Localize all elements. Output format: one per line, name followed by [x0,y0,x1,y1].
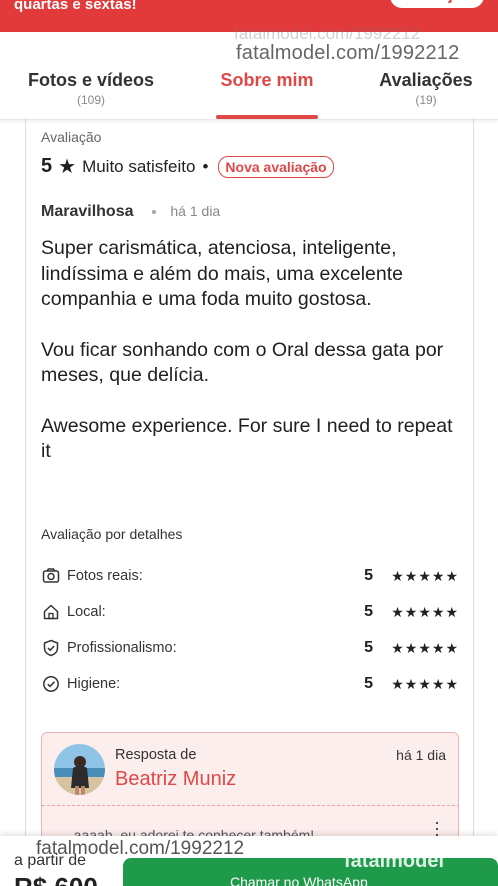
detail-score: 5 [364,567,373,584]
review-paragraph: Super carismática, atenciosa, inteligent… [41,237,403,310]
tab-count: (109) [76,93,105,107]
home-icon [41,602,61,622]
detail-stars: ★★★★★ [391,675,459,692]
detail-score: 5 [364,675,373,692]
profile-tabs: Fotos e vídeos (109) Sobre mim Avaliaçõe… [0,64,498,120]
response-time: há 1 dia [396,747,446,763]
dot-separator [151,209,156,214]
review-header: Maravilhosa há 1 dia [41,203,220,221]
camera-icon [41,566,61,586]
whatsapp-button-label: Chamar no WhatsApp [230,874,368,886]
tab-label: Fotos e vídeos [27,70,155,90]
detail-label: Profissionalismo: [67,640,177,656]
detail-score: 5 [364,639,373,656]
tab-count: (19) [415,93,437,107]
detail-label: Local: [67,604,106,620]
tab-reviews[interactable]: Avaliações (19) [374,70,478,107]
detail-stars: ★★★★★ [391,639,459,656]
price-value: R$ 600 [14,872,98,886]
watermark-top: fatalmodel.com/1992212 [236,42,460,64]
tab-label: Avaliações [379,70,473,90]
activate-button[interactable]: Ative já! [389,0,484,8]
shield-check-icon [41,638,61,658]
tab-photos-videos[interactable]: Fotos e vídeos (109) [22,70,160,107]
review-text: Super carismática, atenciosa, inteligent… [41,236,461,490]
bullet-separator: • [202,156,209,176]
detail-stars: ★★★★★ [391,603,459,620]
detail-row-hygiene: Higiene: 5 ★★★★★ [41,672,459,696]
tab-label: Sobre mim [220,70,314,90]
tab-about-me[interactable]: Sobre mim [214,70,320,91]
rating-score: 5 [41,155,53,177]
detail-row-professionalism: Profissionalismo: 5 ★★★★★ [41,636,459,660]
review-paragraph: Vou ficar sonhando com o Oral dessa gata… [41,338,444,387]
star-icon: ★ [58,156,77,178]
detail-label: Fotos reais: [67,568,143,584]
more-vertical-icon[interactable]: · · · [434,813,440,843]
divider [42,805,458,806]
detail-stars: ★★★★★ [391,567,459,584]
new-review-badge: Nova avaliação [218,155,334,178]
review-title: Maravilhosa [41,203,134,220]
response-author[interactable]: Beatriz Muniz [115,768,236,791]
detail-label: Higiene: [67,676,121,692]
review-section-label: Avaliação [41,129,102,145]
rating-summary: 5 ★ Muito satisfeito • Nova avaliação [41,154,334,179]
detail-row-photos: Fotos reais: 5 ★★★★★ [41,564,459,588]
detail-row-location: Local: 5 ★★★★★ [41,600,459,624]
avatar [54,744,105,795]
watermark-ghost: fatalmodel.com/1992212 [234,24,421,43]
detail-score: 5 [364,603,373,620]
response-label: Resposta de [115,747,197,763]
watermark-bottom: fatalmodel.com/1992212 [36,838,245,859]
promo-text: quartas e sextas! [14,0,137,13]
brand-watermark: fatalmodel [344,850,445,872]
review-time: há 1 dia [170,203,221,219]
details-title: Avaliação por detalhes [41,526,183,542]
satisfaction-text: Muito satisfeito [82,156,196,176]
check-circle-icon [41,674,61,694]
owner-response: Resposta de há 1 dia Beatriz Muniz ...aa… [41,732,459,852]
review-paragraph: Awesome experience. For sure I need to r… [41,414,453,463]
